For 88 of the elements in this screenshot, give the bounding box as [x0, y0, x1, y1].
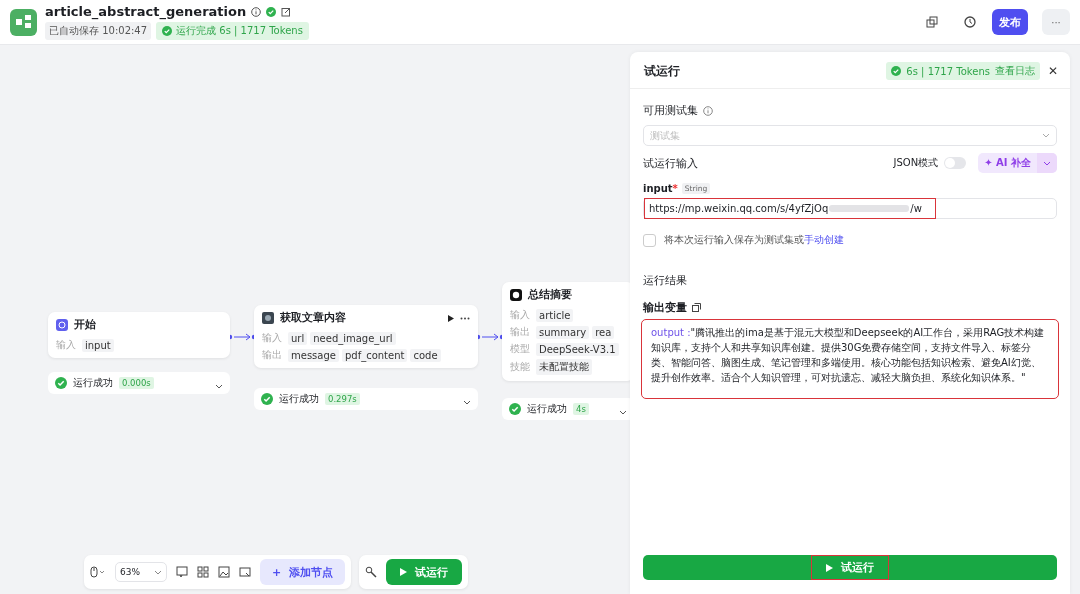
time-badge: 0.297s	[325, 393, 360, 405]
row-label: 输入	[510, 308, 530, 322]
plugin-icon	[262, 312, 274, 324]
autosave-label: 已自动保存 10:02:47	[45, 22, 152, 40]
json-mode-toggle[interactable]	[944, 157, 967, 169]
success-icon	[891, 66, 902, 76]
close-button[interactable]: ✕	[1047, 64, 1058, 78]
status-text: 运行成功	[527, 402, 567, 416]
input-field[interactable]: https://mp.weixin.qq.com/s/4yfZjOq /w	[643, 198, 1057, 219]
time-badge: 4s	[573, 403, 589, 415]
json-mode-label: JSON模式	[893, 156, 939, 170]
node-title: 开始	[74, 318, 96, 332]
connector-arrow	[227, 333, 257, 341]
edit-icon[interactable]	[281, 6, 292, 17]
node-title: 总结摘要	[528, 288, 572, 302]
run-summary-badge: 6s | 1717 Tokens 查看日志	[886, 62, 1040, 80]
variable-tag: url	[288, 331, 308, 345]
more-button[interactable]: ···	[1042, 9, 1070, 35]
info-icon[interactable]	[251, 6, 262, 17]
success-icon	[266, 6, 277, 17]
image-icon[interactable]	[218, 566, 230, 578]
field-label: input*	[643, 183, 678, 194]
panel-title: 试运行	[644, 62, 680, 80]
workflow-node[interactable]: 获取文章内容 输入 url need_image_url 输出 message pdf_content code	[254, 305, 478, 368]
workflow-title: article_abstract_generation	[45, 4, 247, 19]
create-link[interactable]: 手动创建	[804, 234, 844, 245]
section-label: 可用测试集	[643, 103, 698, 118]
result-title: 运行结果	[643, 273, 688, 288]
success-icon	[55, 377, 67, 389]
info-icon[interactable]	[703, 105, 713, 116]
caret-icon	[1043, 160, 1051, 166]
minimap-icon[interactable]	[239, 566, 251, 578]
node-title: 获取文章内容	[280, 311, 346, 325]
row-label: 输出	[510, 325, 530, 339]
output-variables-label: 输出变量	[643, 300, 687, 315]
variable-tag: need_image_url	[310, 331, 396, 345]
add-node-button[interactable]: + 添加节点	[260, 559, 345, 585]
time-badge: 0.000s	[119, 377, 154, 389]
zoom-select[interactable]: 63%	[115, 562, 167, 582]
row-label: 输入	[56, 338, 76, 352]
variable-tag: 未配置技能	[536, 359, 592, 375]
save-checkbox[interactable]	[643, 233, 656, 247]
start-icon	[56, 319, 68, 331]
more-icon[interactable]	[460, 316, 470, 320]
caret-icon	[154, 569, 162, 575]
status-text: 运行成功	[73, 376, 113, 390]
copy-icon[interactable]	[926, 16, 938, 28]
caret-icon	[463, 399, 471, 405]
variable-tag: input	[82, 338, 114, 352]
workflow-node[interactable]: 开始 输入 input	[48, 312, 230, 358]
connector-arrow	[475, 333, 505, 341]
save-option-text: 将本次运行输入保存为测试集或手动创建	[664, 233, 844, 247]
section-label: 试运行输入	[643, 155, 699, 171]
success-icon	[261, 393, 273, 405]
variable-tag: rea	[592, 325, 615, 339]
run-status-bar[interactable]: 运行成功 4s	[502, 398, 630, 420]
play-icon	[826, 563, 833, 572]
publish-button[interactable]: 发布	[992, 9, 1028, 35]
caret-icon	[619, 409, 627, 415]
run-status-badge: 运行完成 6s | 1717 Tokens	[156, 22, 309, 40]
row-label: 模型	[510, 342, 530, 356]
variable-tag: summary	[536, 325, 590, 339]
row-label: 技能	[510, 360, 530, 374]
run-status-bar[interactable]: 运行成功 0.000s	[48, 372, 230, 394]
play-icon	[399, 568, 407, 576]
output-text: output :"腾讯推出的ima是基于混元大模型和Deepseek的AI工作台，采用RAG技术构建知识库，支持个人和共享知识库创建。提供30G免费存储空间，支持文件导入、标签分类、智能问答、脑图生成、笔记管理和多端使用。核心功能包括知识检索、避免AI幻觉、提升创作效率。适合个人知识管理，可对抗遗忘、减轻大脑负担、系统化知识体系。"	[643, 321, 1057, 397]
play-icon[interactable]	[448, 314, 454, 322]
history-icon[interactable]	[964, 16, 976, 28]
success-icon	[162, 26, 173, 36]
app-logo	[10, 8, 37, 36]
variable-tag: article	[536, 308, 574, 322]
comment-icon[interactable]	[176, 566, 188, 578]
mouse-icon[interactable]	[90, 566, 106, 578]
workflow-node[interactable]: 总结摘要 输入 article 输出 summary rea 模型 DeepSeek-V3.1 技能 未配置技能	[502, 282, 630, 381]
status-text: 运行成功	[279, 392, 319, 406]
caret-icon	[215, 383, 223, 389]
variable-tag: pdf_content	[341, 348, 408, 362]
success-icon	[509, 403, 521, 415]
run-status-bar[interactable]: 运行成功 0.297s	[254, 388, 478, 410]
variable-tag: code	[410, 348, 441, 362]
model-icon	[510, 289, 522, 301]
copy-icon[interactable]	[692, 303, 701, 312]
layout-icon[interactable]	[197, 566, 209, 578]
variable-tag: message	[288, 348, 339, 362]
row-label: 输出	[262, 348, 282, 362]
variable-tag: DeepSeek-V3.1	[536, 342, 619, 356]
caret-icon	[1042, 133, 1050, 138]
row-label: 输入	[262, 331, 282, 345]
